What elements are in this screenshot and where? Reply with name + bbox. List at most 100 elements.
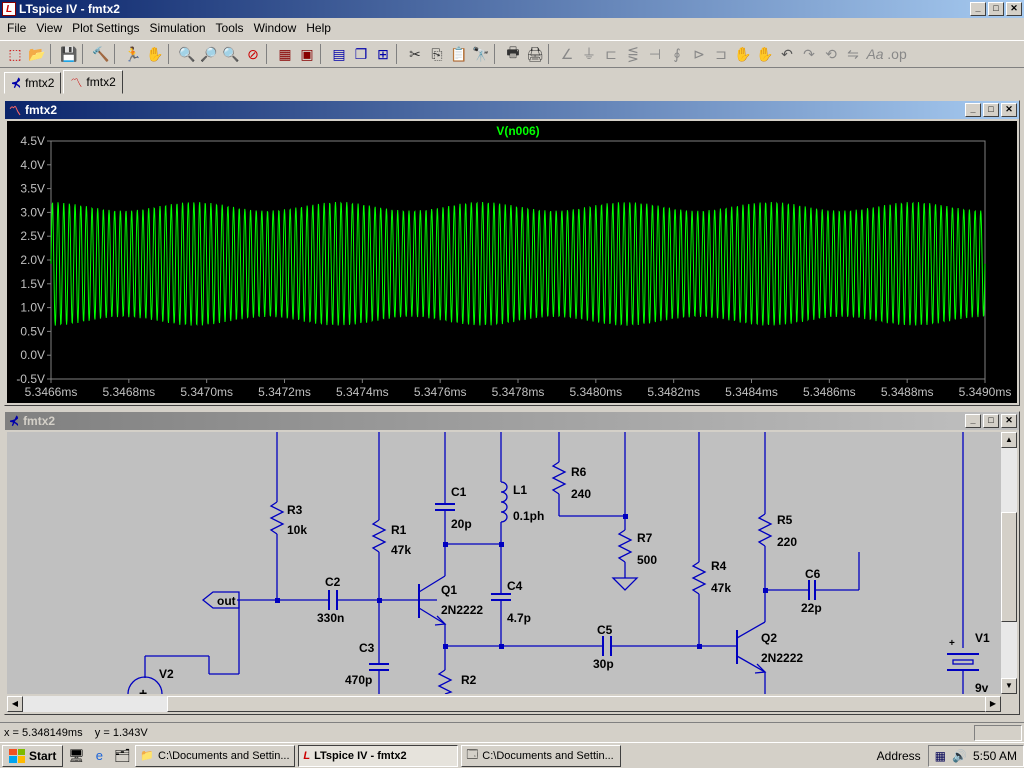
task-ltspice[interactable]: L LTspice IV - fmtx2	[298, 744, 459, 767]
tile-icon[interactable]: ⊞	[372, 43, 394, 65]
task-explorer[interactable]: 🗔 C:\Documents and Settin...	[461, 744, 622, 767]
maximize-button[interactable]: □	[988, 2, 1004, 16]
find-icon[interactable]: 🔭	[470, 43, 492, 65]
maximize-button[interactable]: □	[983, 414, 999, 428]
schematic-vscroll[interactable]: ▲ ▼	[1001, 432, 1017, 694]
waveform-plot[interactable]: V(n006) 4.5V 4.0V 3.5V 3.0V 2.5V 2.0V 1.5V 1.0V 0…	[7, 121, 1017, 403]
minimize-button[interactable]: _	[965, 414, 981, 428]
save-icon[interactable]: 💾	[58, 43, 80, 65]
tab-schematic[interactable]: ⊀ fmtx2	[4, 72, 62, 94]
clock[interactable]: 5:50 AM	[973, 749, 1017, 763]
zoom-in-icon[interactable]: 🔍	[176, 43, 198, 65]
tile-horizontal-icon[interactable]: ▤	[328, 43, 350, 65]
component-labels: R3 10k R1 47k C1 L1 20p L1 0.1ph R6 240 …	[139, 465, 990, 694]
ref-C3: C3	[359, 641, 375, 655]
hscroll-thumb[interactable]	[167, 696, 997, 712]
copy-icon[interactable]: ⎘	[426, 43, 448, 65]
menu-view[interactable]: View	[31, 21, 67, 35]
move-icon[interactable]: ✋	[732, 43, 754, 65]
new-schematic-icon[interactable]: ⬚	[4, 43, 26, 65]
ie-icon[interactable]: e	[89, 746, 109, 766]
control-panel-icon[interactable]: 🔨	[90, 43, 112, 65]
volume-icon[interactable]: 🔊	[952, 749, 967, 763]
plot-settings-icon[interactable]: ▣	[296, 43, 318, 65]
tab-label: fmtx2	[86, 75, 116, 89]
x-tick-label: 5.3468ms	[102, 385, 155, 399]
menu-window[interactable]: Window	[249, 21, 302, 35]
schematic-icon: ⊀	[9, 414, 20, 428]
undo-icon[interactable]: ↶	[776, 43, 798, 65]
close-button[interactable]: ✕	[1001, 414, 1017, 428]
maximize-button[interactable]: □	[983, 103, 999, 117]
schematic-hscroll[interactable]: ◀ ▶	[7, 696, 1001, 712]
ground-icon[interactable]: ⏚	[578, 43, 600, 65]
x-tick-label: 5.3486ms	[803, 385, 856, 399]
drag-icon[interactable]: ✋	[754, 43, 776, 65]
menu-tools[interactable]: Tools	[211, 21, 249, 35]
start-button[interactable]: Start	[2, 744, 64, 767]
minimize-button[interactable]: _	[970, 2, 986, 16]
minimize-button[interactable]: _	[965, 103, 981, 117]
print-preview-icon[interactable]: 🖶	[502, 43, 524, 65]
zoom-out-icon[interactable]: 🔍	[220, 43, 242, 65]
label-icon[interactable]: ⊏	[600, 43, 622, 65]
rotate-icon[interactable]: ⟲	[820, 43, 842, 65]
resistor-R2	[437, 669, 453, 694]
paste-icon[interactable]: 📋	[448, 43, 470, 65]
address-toolbar-label[interactable]: Address	[873, 749, 925, 763]
tab-waveform[interactable]: 〽 fmtx2	[63, 70, 123, 94]
network-icon[interactable]: ▦	[935, 749, 946, 763]
vscroll-thumb[interactable]	[1001, 512, 1017, 622]
show-desktop-icon[interactable]: 🖥	[66, 746, 86, 766]
waveform-window-titlebar[interactable]: 〽 fmtx2 _ □ ✕	[5, 101, 1019, 119]
schematic-drawing[interactable]: R3 10k R1 47k C1 L1 20p L1 0.1ph R6 240 …	[7, 432, 1001, 694]
autorange-icon[interactable]: ▦	[274, 43, 296, 65]
app-titlebar[interactable]: L LTspice IV - fmtx2 _ □ ✕	[0, 0, 1024, 18]
ref-C6: C6	[805, 567, 821, 581]
close-button[interactable]: ✕	[1001, 103, 1017, 117]
component-icon[interactable]: ⊐	[710, 43, 732, 65]
v1-plus-sign: +	[949, 638, 955, 649]
spice-directive-icon[interactable]: .op	[886, 43, 908, 65]
schematic-window-titlebar[interactable]: ⊀ fmtx2 _ □ ✕	[5, 412, 1019, 430]
wire-icon[interactable]: ∠	[556, 43, 578, 65]
waveform-chart[interactable]: V(n006) 4.5V 4.0V 3.5V 3.0V 2.5V 2.0V 1.5V 1.0V 0…	[7, 121, 1017, 403]
close-button[interactable]: ✕	[1006, 2, 1022, 16]
wires	[127, 432, 979, 694]
explorer-icon[interactable]: 🗂	[112, 746, 132, 766]
menu-plot-settings[interactable]: Plot Settings	[67, 21, 144, 35]
schematic-canvas[interactable]: R3 10k R1 47k C1 L1 20p L1 0.1ph R6 240 …	[7, 432, 1001, 694]
task-folder[interactable]: 📁 C:\Documents and Settin...	[135, 744, 296, 767]
ref-R6: R6	[571, 465, 587, 479]
mirror-icon[interactable]: ⇋	[842, 43, 864, 65]
scroll-down-button[interactable]: ▼	[1001, 678, 1017, 694]
toolbar: ⬚ 📂 💾 🔨 🏃 ✋ 🔍 🔎 🔍 ⊘ ▦ ▣ ▤ ❐ ⊞ ✂ ⎘ 📋 🔭 🖶 …	[0, 40, 1024, 68]
open-icon[interactable]: 📂	[26, 43, 48, 65]
cut-icon[interactable]: ✂	[404, 43, 426, 65]
redo-icon[interactable]: ↷	[798, 43, 820, 65]
diode-icon[interactable]: ⊳	[688, 43, 710, 65]
halt-icon[interactable]: ✋	[144, 43, 166, 65]
menu-file[interactable]: File	[2, 21, 31, 35]
text-icon[interactable]: Aa	[864, 43, 886, 65]
window-controls: _ □ ✕	[970, 2, 1022, 16]
value-C5: 30p	[593, 657, 614, 671]
scroll-left-button[interactable]: ◀	[7, 696, 23, 712]
toolbar-separator	[50, 44, 56, 64]
menu-help[interactable]: Help	[301, 21, 336, 35]
zoom-area-icon[interactable]: 🔎	[198, 43, 220, 65]
scroll-up-button[interactable]: ▲	[1001, 432, 1017, 448]
toolbar-separator	[114, 44, 120, 64]
scroll-right-button[interactable]: ▶	[985, 696, 1001, 712]
ref-R5: R5	[777, 513, 793, 527]
resistor-icon[interactable]: ⋚	[622, 43, 644, 65]
capacitor-icon[interactable]: ⊣	[644, 43, 666, 65]
menu-simulation[interactable]: Simulation	[145, 21, 211, 35]
zoom-cancel-icon[interactable]: ⊘	[242, 43, 264, 65]
x-tick-label: 5.3482ms	[647, 385, 700, 399]
print-icon[interactable]: 🖨	[524, 43, 546, 65]
run-icon[interactable]: 🏃	[122, 43, 144, 65]
cascade-icon[interactable]: ❐	[350, 43, 372, 65]
ref-R7: R7	[637, 531, 653, 545]
inductor-icon[interactable]: ∮	[666, 43, 688, 65]
